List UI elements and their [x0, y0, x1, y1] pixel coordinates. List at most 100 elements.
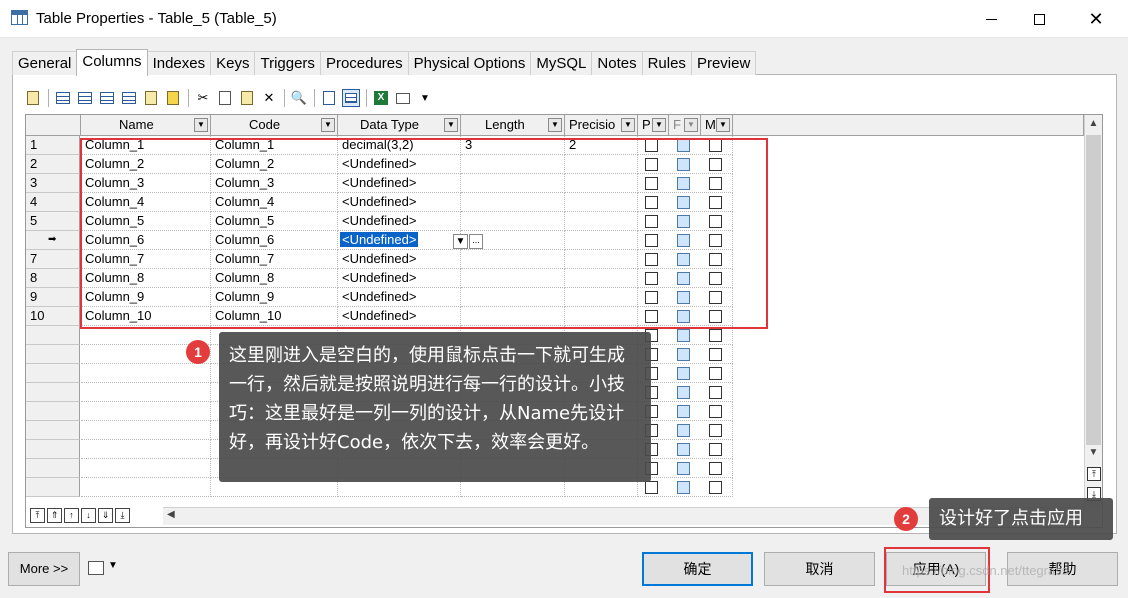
header-mandatory[interactable]: M ▼: [701, 115, 733, 136]
dropdown-icon[interactable]: ▼: [416, 89, 434, 107]
tab-indexes[interactable]: Indexes: [146, 51, 212, 75]
foreign-checkbox[interactable]: [677, 424, 690, 437]
cell-name[interactable]: [81, 478, 211, 497]
properties-icon[interactable]: [24, 89, 42, 107]
chevron-down-icon[interactable]: ▼: [321, 118, 335, 132]
move-top-button[interactable]: ⤒: [30, 508, 45, 523]
chevron-down-icon[interactable]: ▼: [194, 118, 208, 132]
row-header[interactable]: [26, 364, 80, 383]
row-header[interactable]: 1: [26, 136, 80, 155]
tab-triggers[interactable]: Triggers: [254, 51, 321, 75]
cell-name[interactable]: [81, 421, 211, 440]
move-page-down-button[interactable]: ⇓: [98, 508, 113, 523]
mandatory-checkbox[interactable]: [709, 329, 722, 342]
move-page-up-button[interactable]: ⇑: [47, 508, 62, 523]
current-row-arrow-icon[interactable]: ➡: [26, 231, 80, 250]
row-header[interactable]: [26, 402, 80, 421]
header-precision[interactable]: Precisio ▼: [565, 115, 638, 136]
cell-name[interactable]: [81, 440, 211, 459]
ok-button[interactable]: 确定: [642, 552, 753, 586]
row-header[interactable]: [26, 459, 80, 478]
chevron-down-icon[interactable]: ▼: [652, 118, 666, 132]
chevron-down-icon[interactable]: ▼: [548, 118, 562, 132]
row-header[interactable]: 7: [26, 250, 80, 269]
paste-icon[interactable]: [142, 89, 160, 107]
close-button[interactable]: ✕: [1073, 0, 1119, 38]
header-primary[interactable]: P ▼: [638, 115, 669, 136]
cell-name[interactable]: [81, 459, 211, 478]
tab-physical-options[interactable]: Physical Options: [407, 51, 532, 75]
scroll-down-button[interactable]: ▼: [1086, 445, 1101, 461]
more-button[interactable]: More >>: [8, 552, 80, 586]
foreign-checkbox[interactable]: [677, 329, 690, 342]
chevron-down-icon[interactable]: ▼: [444, 118, 458, 132]
foreign-checkbox[interactable]: [677, 481, 690, 494]
scroll-left-button[interactable]: ◀: [167, 509, 175, 520]
mandatory-checkbox[interactable]: [709, 462, 722, 475]
copy-icon[interactable]: [216, 89, 234, 107]
header-foreign[interactable]: F ▼: [669, 115, 701, 136]
tab-preview[interactable]: Preview: [690, 51, 757, 75]
delete-icon[interactable]: ✕: [260, 89, 278, 107]
header-data-type[interactable]: Data Type ▼: [338, 115, 461, 136]
row-header[interactable]: [26, 421, 80, 440]
move-up-button[interactable]: ↑: [64, 508, 79, 523]
foreign-checkbox[interactable]: [677, 367, 690, 380]
maximize-button[interactable]: [1016, 0, 1062, 38]
customize-columns-icon[interactable]: [342, 89, 360, 107]
header-name[interactable]: Name ▼: [81, 115, 211, 136]
header-length[interactable]: Length ▼: [461, 115, 565, 136]
foreign-checkbox[interactable]: [677, 386, 690, 399]
find-icon[interactable]: 🔍: [290, 89, 308, 107]
row-header[interactable]: [26, 326, 80, 345]
excel-export-icon[interactable]: X: [372, 89, 390, 107]
mandatory-checkbox[interactable]: [709, 367, 722, 380]
cell-name[interactable]: [81, 383, 211, 402]
cell-name[interactable]: [81, 402, 211, 421]
print-dropdown-icon[interactable]: ▼: [108, 560, 118, 571]
minimize-button[interactable]: [968, 0, 1014, 38]
tab-notes[interactable]: Notes: [591, 51, 643, 75]
insert-row-icon[interactable]: [54, 89, 72, 107]
row-header[interactable]: [26, 478, 80, 497]
move-down-button[interactable]: ↓: [81, 508, 96, 523]
chevron-down-icon[interactable]: ▼: [621, 118, 635, 132]
add-row-icon[interactable]: [76, 89, 94, 107]
cell-name[interactable]: [81, 364, 211, 383]
tab-rules[interactable]: Rules: [641, 51, 692, 75]
row-header[interactable]: 5: [26, 212, 80, 231]
foreign-checkbox[interactable]: [677, 405, 690, 418]
scroll-up-button[interactable]: ▲: [1086, 116, 1101, 132]
tab-mysql[interactable]: MySQL: [530, 51, 593, 75]
add-columns-icon[interactable]: [98, 89, 116, 107]
print-icon[interactable]: [88, 561, 104, 575]
row-header[interactable]: 10: [26, 307, 80, 326]
foreign-checkbox[interactable]: [677, 443, 690, 456]
tab-general[interactable]: General: [12, 51, 78, 75]
tab-procedures[interactable]: Procedures: [319, 51, 409, 75]
row-header[interactable]: 4: [26, 193, 80, 212]
paste-icon-2[interactable]: [238, 89, 256, 107]
header-code[interactable]: Code ▼: [211, 115, 338, 136]
filter-icon[interactable]: [320, 89, 338, 107]
vertical-scroll-thumb[interactable]: [1086, 135, 1101, 445]
chevron-down-icon[interactable]: ▼: [716, 118, 730, 132]
print-icon[interactable]: [394, 89, 412, 107]
foreign-checkbox[interactable]: [677, 348, 690, 361]
mandatory-checkbox[interactable]: [709, 405, 722, 418]
mandatory-checkbox[interactable]: [709, 481, 722, 494]
tab-keys[interactable]: Keys: [210, 51, 256, 75]
row-header[interactable]: 8: [26, 269, 80, 288]
mandatory-checkbox[interactable]: [709, 443, 722, 456]
row-header[interactable]: 3: [26, 174, 80, 193]
add-columns-2-icon[interactable]: [120, 89, 138, 107]
tab-columns[interactable]: Columns: [76, 49, 148, 76]
wizard-icon[interactable]: [164, 89, 182, 107]
mandatory-checkbox[interactable]: [709, 424, 722, 437]
mandatory-checkbox[interactable]: [709, 348, 722, 361]
vertical-scrollbar[interactable]: ▲ ▼ ⤒ ⤓: [1084, 115, 1102, 507]
cancel-button[interactable]: 取消: [764, 552, 875, 586]
mandatory-checkbox[interactable]: [709, 386, 722, 399]
move-bottom-button[interactable]: ⤓: [115, 508, 130, 523]
row-header[interactable]: [26, 383, 80, 402]
